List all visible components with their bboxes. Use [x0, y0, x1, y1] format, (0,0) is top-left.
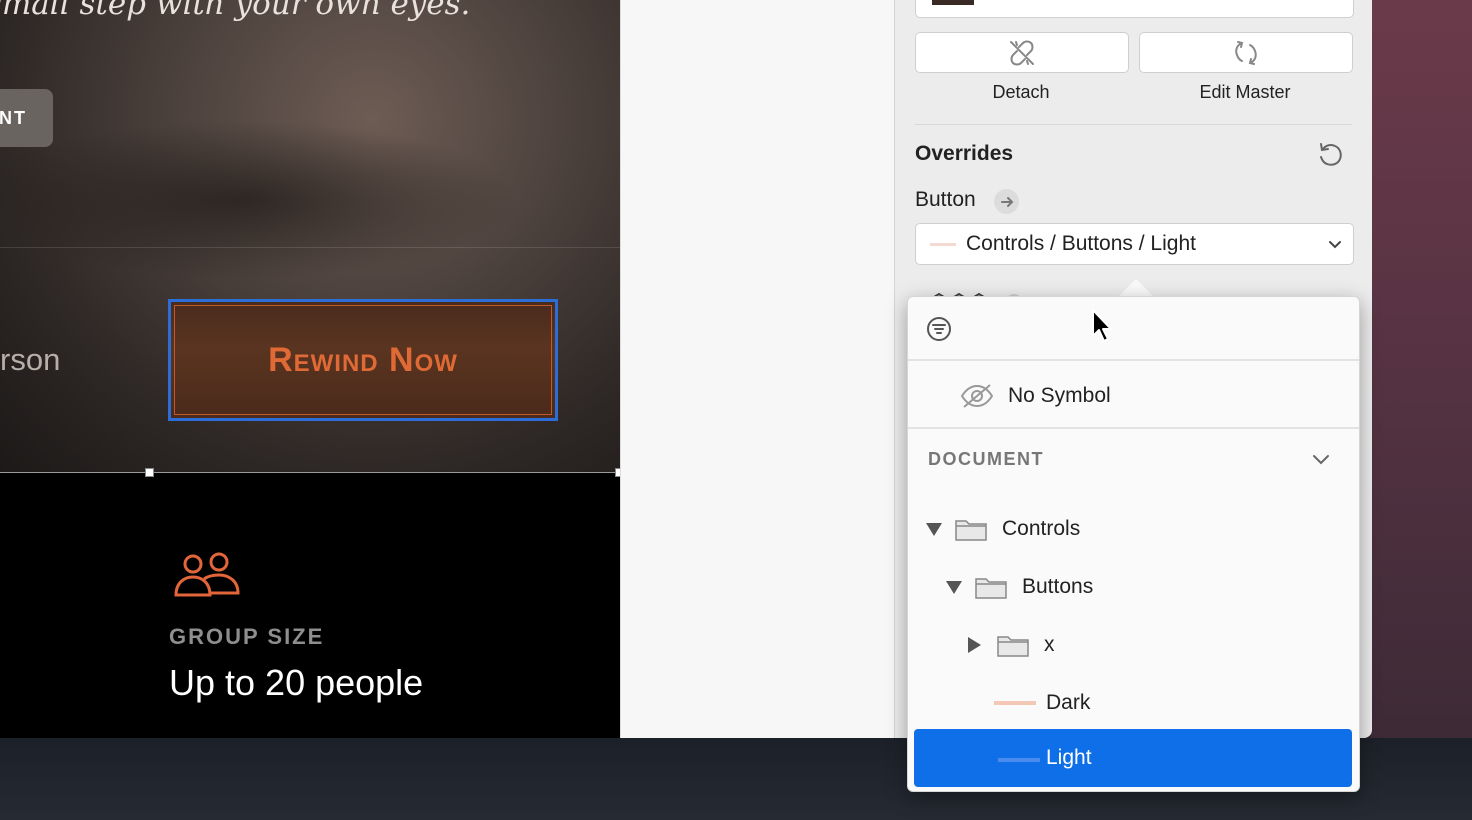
artboard-canvas[interactable]: small step with your own eyes. NT rson R…	[0, 0, 620, 738]
symbol-swatch	[930, 243, 956, 246]
symbol-swatch	[998, 758, 1040, 762]
tree-item-label: x	[1044, 633, 1055, 656]
disclosure-triangle-icon[interactable]	[968, 637, 981, 653]
resize-handle-left[interactable]	[145, 468, 154, 477]
folder-icon	[955, 520, 987, 541]
detach-button[interactable]	[915, 32, 1129, 73]
document-section-header: DOCUMENT	[928, 449, 1044, 469]
tree-item-buttons[interactable]: Buttons	[946, 567, 1093, 607]
desktop-wallpaper-right	[1370, 0, 1472, 740]
disclosure-triangle-icon[interactable]	[946, 580, 962, 594]
hero-divider	[0, 247, 620, 248]
reset-overrides-icon[interactable]	[1315, 139, 1347, 171]
group-people-icon	[174, 552, 240, 597]
symbol-swatch	[994, 701, 1036, 705]
tree-item-dark[interactable]: Dark	[994, 683, 1090, 723]
rewind-now-button[interactable]: Rewind Now	[168, 299, 558, 421]
popover-pointer	[1118, 279, 1154, 297]
hero-pill-button[interactable]: NT	[0, 89, 53, 147]
refresh-icon	[1235, 40, 1257, 65]
chevron-down-icon[interactable]	[1311, 451, 1331, 469]
canvas-background	[620, 0, 895, 738]
disclosure-triangle-icon[interactable]	[926, 522, 942, 536]
tree-item-x[interactable]: x	[966, 625, 1055, 665]
hero-terrain	[0, 120, 520, 280]
symbol-select-value: Controls / Buttons / Light	[966, 232, 1196, 255]
symbol-select[interactable]: Controls / Buttons / Light	[915, 223, 1354, 265]
override-button-label: Button	[915, 188, 976, 211]
hero-tagline: small step with your own eyes.	[0, 0, 471, 22]
popover-divider	[908, 359, 1359, 361]
tree-item-controls[interactable]: Controls	[926, 509, 1080, 549]
hero-name-text: rson	[0, 342, 61, 377]
group-size-value: Up to 20 people	[169, 662, 424, 703]
arrow-right-icon	[1000, 196, 1013, 207]
symbol-picker-popover: No Symbol DOCUMENT Controls Buttons x Da…	[907, 296, 1360, 792]
no-symbol-option[interactable]: No Symbol	[960, 378, 1340, 414]
mouse-cursor-icon	[1092, 309, 1112, 342]
inspector-divider	[915, 124, 1352, 125]
go-to-symbol-button[interactable]	[994, 189, 1019, 214]
edit-master-label: Edit Master	[1199, 82, 1291, 102]
tree-item-label: Buttons	[1022, 575, 1094, 598]
tree-item-light[interactable]: Light	[914, 729, 1352, 787]
eye-slash-icon	[960, 384, 994, 408]
tree-item-label: Dark	[1046, 691, 1091, 714]
tree-item-label: Controls	[1002, 517, 1081, 540]
detach-icon	[1010, 40, 1034, 65]
group-size-label: GROUP SIZE	[169, 624, 325, 649]
symbol-thumbnail	[932, 0, 974, 5]
edit-master-button[interactable]	[1139, 32, 1353, 73]
tree-item-label: Light	[1046, 746, 1092, 769]
rewind-now-label: Rewind Now	[268, 340, 458, 379]
detach-label: Detach	[992, 82, 1050, 102]
selection-line	[0, 472, 620, 473]
hero-image: small step with your own eyes. NT rson R…	[0, 0, 620, 472]
no-symbol-label: No Symbol	[1008, 384, 1111, 407]
popover-divider	[908, 427, 1359, 429]
hidden-label-peek	[929, 286, 1029, 296]
symbol-field[interactable]	[915, 0, 1354, 18]
chevron-down-icon	[1329, 241, 1341, 249]
folder-icon	[975, 578, 1007, 599]
filter-icon[interactable]	[926, 316, 952, 342]
folder-icon	[997, 636, 1029, 657]
overrides-title: Overrides	[915, 142, 1014, 165]
